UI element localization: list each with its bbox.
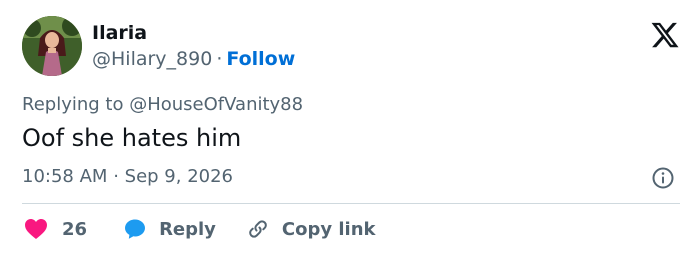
tweet-time: 10:58 AM bbox=[22, 166, 108, 187]
copy-link-button[interactable]: Copy link bbox=[246, 217, 376, 241]
replying-to: Replying to @HouseOfVanity88 bbox=[22, 94, 303, 115]
user-handle[interactable]: @Hilary_890 bbox=[92, 48, 212, 70]
follow-button[interactable]: Follow bbox=[226, 48, 295, 70]
like-count: 26 bbox=[62, 218, 88, 240]
reply-label: Reply bbox=[159, 218, 216, 240]
reply-button[interactable]: Reply bbox=[123, 217, 216, 241]
speech-bubble-icon bbox=[123, 217, 147, 241]
meta-separator: · bbox=[113, 166, 119, 187]
tweet-card: Ilaria @Hilary_890 · Follow Replying to @H… bbox=[0, 0, 700, 256]
reply-mention[interactable]: @HouseOfVanity88 bbox=[129, 94, 303, 115]
avatar[interactable] bbox=[22, 16, 82, 76]
action-bar: 26 Reply Copy link bbox=[24, 215, 376, 243]
copy-link-label: Copy link bbox=[281, 218, 376, 240]
like-button[interactable]: 26 bbox=[24, 218, 87, 240]
display-name[interactable]: Ilaria bbox=[92, 22, 295, 44]
tweet-date: Sep 9, 2026 bbox=[124, 166, 234, 187]
tweet-timestamp[interactable]: 10:58 AM · Sep 9, 2026 bbox=[22, 166, 233, 187]
replying-prefix: Replying to bbox=[22, 94, 130, 115]
tweet-text: Oof she hates him bbox=[22, 124, 242, 152]
divider bbox=[22, 203, 680, 204]
tweet-header: Ilaria @Hilary_890 · Follow bbox=[22, 16, 680, 78]
handle-line: @Hilary_890 · Follow bbox=[92, 47, 295, 71]
x-logo-icon[interactable] bbox=[650, 20, 680, 50]
info-icon[interactable] bbox=[651, 166, 675, 190]
separator-dot: · bbox=[216, 48, 223, 70]
user-info: Ilaria @Hilary_890 · Follow bbox=[92, 22, 295, 71]
heart-icon bbox=[24, 218, 48, 240]
link-icon bbox=[246, 217, 270, 241]
